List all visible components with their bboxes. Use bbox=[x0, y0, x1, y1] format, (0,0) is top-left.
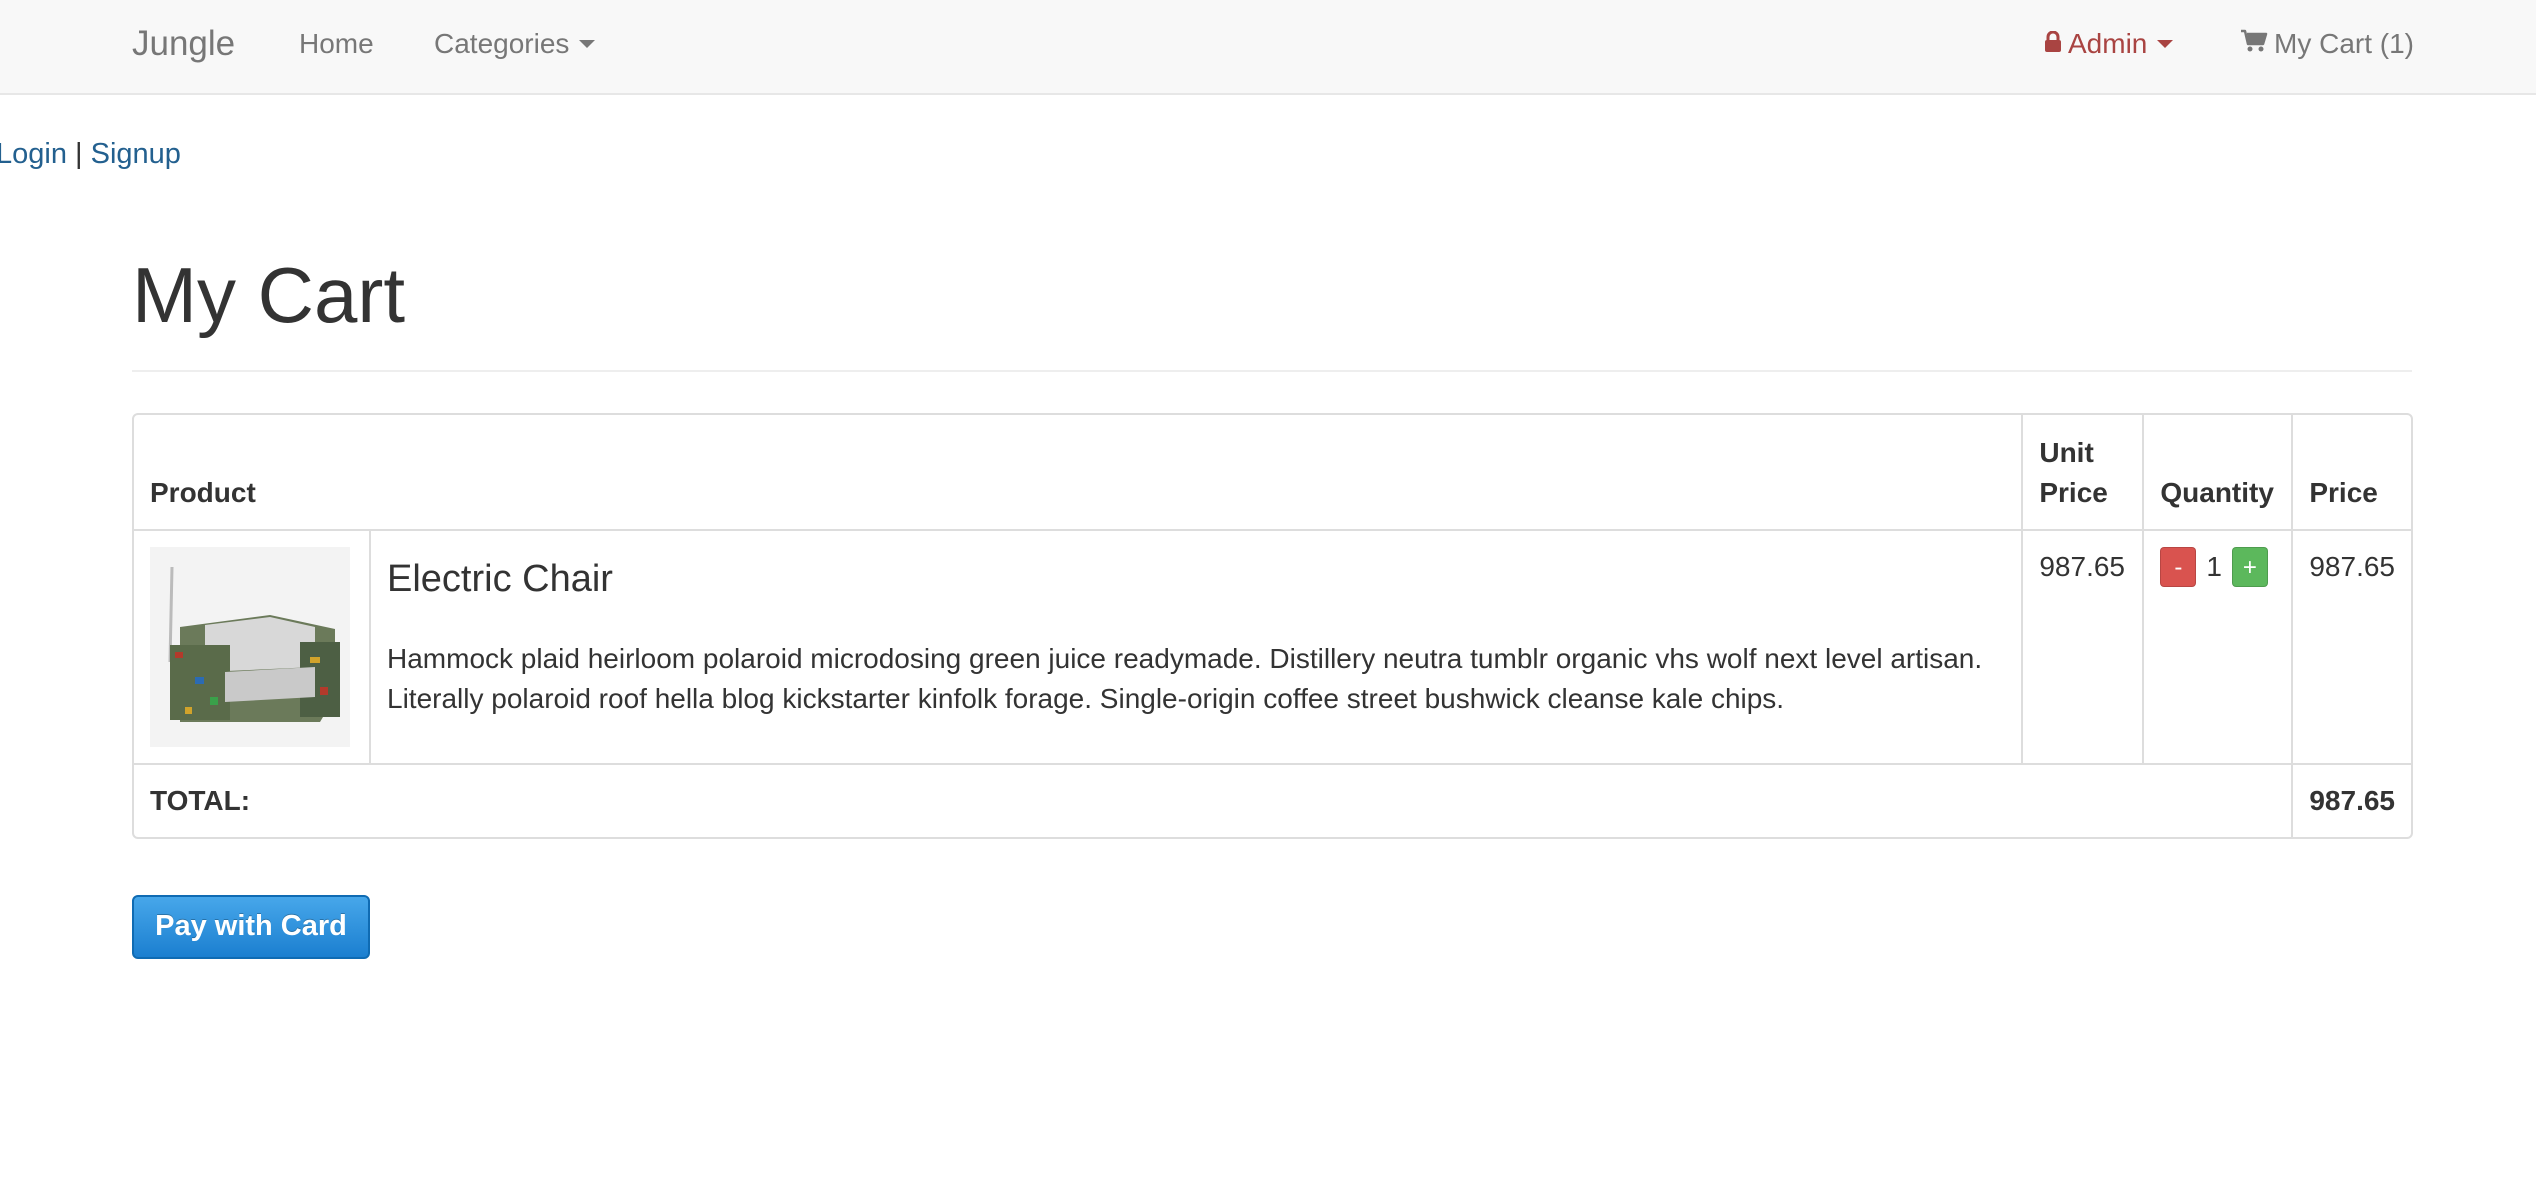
header-price: Price bbox=[2291, 415, 2411, 529]
chevron-down-icon bbox=[2157, 40, 2174, 48]
total-label: TOTAL: bbox=[134, 763, 2292, 837]
table-header-row: Product Unit Price Quantity Price bbox=[134, 415, 2411, 529]
page-title: My Cart bbox=[132, 251, 405, 339]
nav-admin-label: Admin bbox=[2068, 28, 2148, 59]
title-divider bbox=[132, 370, 2412, 372]
product-name: Electric Chair bbox=[387, 558, 613, 600]
product-image bbox=[150, 547, 350, 747]
table-row: Electric Chair Hammock plaid heirloom po… bbox=[134, 529, 2411, 763]
decrease-quantity-button[interactable]: - bbox=[2160, 547, 2197, 587]
price-cell: 987.65 bbox=[2291, 529, 2411, 763]
total-value: 987.65 bbox=[2291, 763, 2411, 837]
header-unit-price: Unit Price bbox=[2021, 415, 2142, 529]
nav-categories-dropdown[interactable]: Categories bbox=[434, 26, 596, 62]
unit-price-cell: 987.65 bbox=[2021, 529, 2143, 763]
nav-cart-link[interactable]: My Cart (1) bbox=[2240, 26, 2414, 62]
product-info-cell: Electric Chair Hammock plaid heirloom po… bbox=[369, 529, 2022, 763]
cart-icon bbox=[2240, 26, 2268, 62]
product-description: Hammock plaid heirloom polaroid microdos… bbox=[387, 643, 1983, 714]
nav-cart-label: My Cart (1) bbox=[2274, 28, 2414, 59]
header-product: Product bbox=[150, 477, 256, 508]
login-link[interactable]: Login bbox=[0, 138, 67, 170]
signup-link[interactable]: Signup bbox=[91, 138, 181, 170]
nav-home-link[interactable]: Home bbox=[299, 26, 374, 62]
navbar: Jungle Home Categories Admin My Cart (1) bbox=[0, 0, 2536, 95]
header-quantity: Quantity bbox=[2142, 415, 2291, 529]
lock-icon bbox=[2044, 26, 2062, 62]
quantity-cell: - 1 + bbox=[2142, 529, 2292, 763]
quantity-value: 1 bbox=[2206, 551, 2222, 582]
chair-image bbox=[150, 547, 350, 747]
auth-links: Login | Signup bbox=[0, 136, 181, 172]
product-image-cell bbox=[134, 529, 369, 763]
chevron-down-icon bbox=[579, 40, 596, 48]
pay-with-card-button[interactable]: Pay with Card bbox=[132, 895, 370, 959]
nav-admin-dropdown[interactable]: Admin bbox=[2044, 26, 2174, 62]
increase-quantity-button[interactable]: + bbox=[2231, 547, 2268, 587]
auth-separator: | bbox=[75, 138, 83, 170]
total-row: TOTAL: 987.65 bbox=[134, 763, 2411, 837]
cart-table: Product Unit Price Quantity Price Electr… bbox=[132, 413, 2413, 839]
quantity-stepper: - 1 + bbox=[2160, 547, 2275, 587]
nav-home-label: Home bbox=[299, 28, 374, 59]
brand-link[interactable]: Jungle bbox=[132, 20, 235, 68]
nav-categories-label: Categories bbox=[434, 28, 570, 59]
